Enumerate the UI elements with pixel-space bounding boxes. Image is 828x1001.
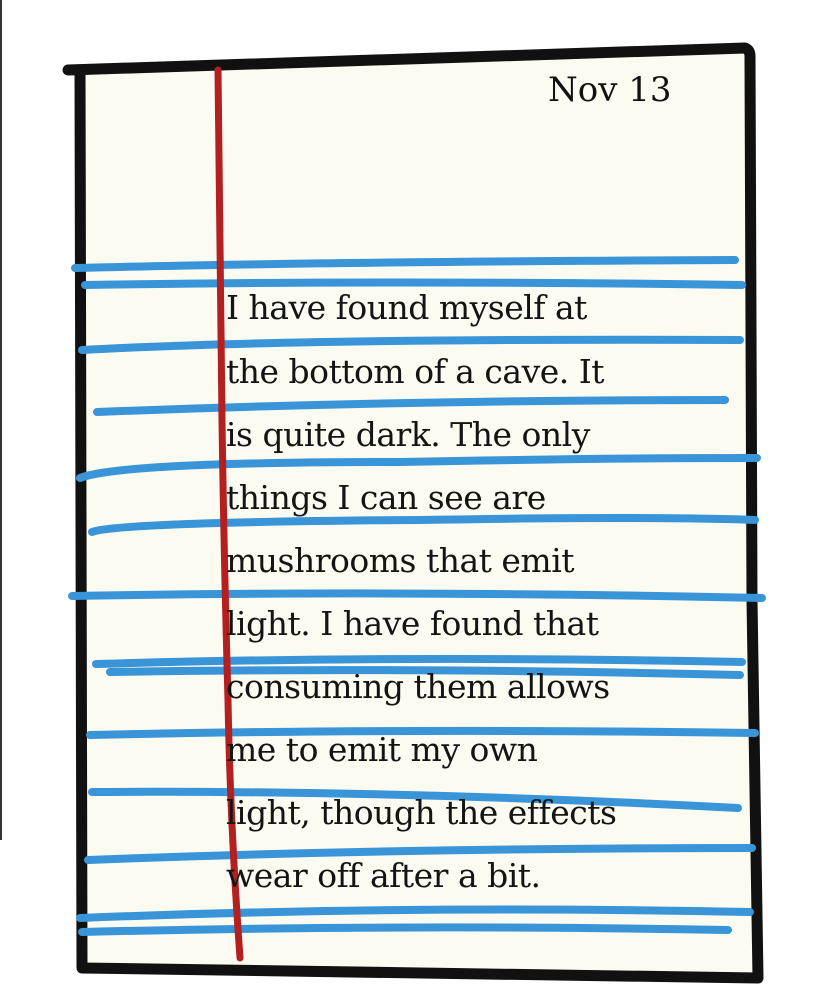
journal-text-line: light. I have found that: [226, 604, 599, 643]
entry-date: Nov 13: [548, 70, 672, 110]
rule-line: [81, 278, 746, 289]
journal-text-line: things I can see are: [226, 478, 546, 517]
rule-line: [68, 589, 766, 602]
journal-text-line: consuming them allows: [226, 667, 610, 706]
journal-page-scene: Nov 13 I have found myself at the bottom…: [0, 0, 828, 1001]
journal-text-line: the bottom of a cave. It: [226, 352, 605, 391]
journal-text-line: I have found myself at: [226, 288, 587, 327]
journal-text-line: me to emit my own: [226, 730, 538, 769]
journal-text-line: mushrooms that emit: [226, 541, 575, 580]
journal-text-line: wear off after a bit.: [226, 856, 541, 895]
journal-text-line: light, though the effects: [226, 793, 617, 832]
rule-line: [78, 923, 732, 936]
journal-text-line: is quite dark. The only: [226, 415, 590, 454]
